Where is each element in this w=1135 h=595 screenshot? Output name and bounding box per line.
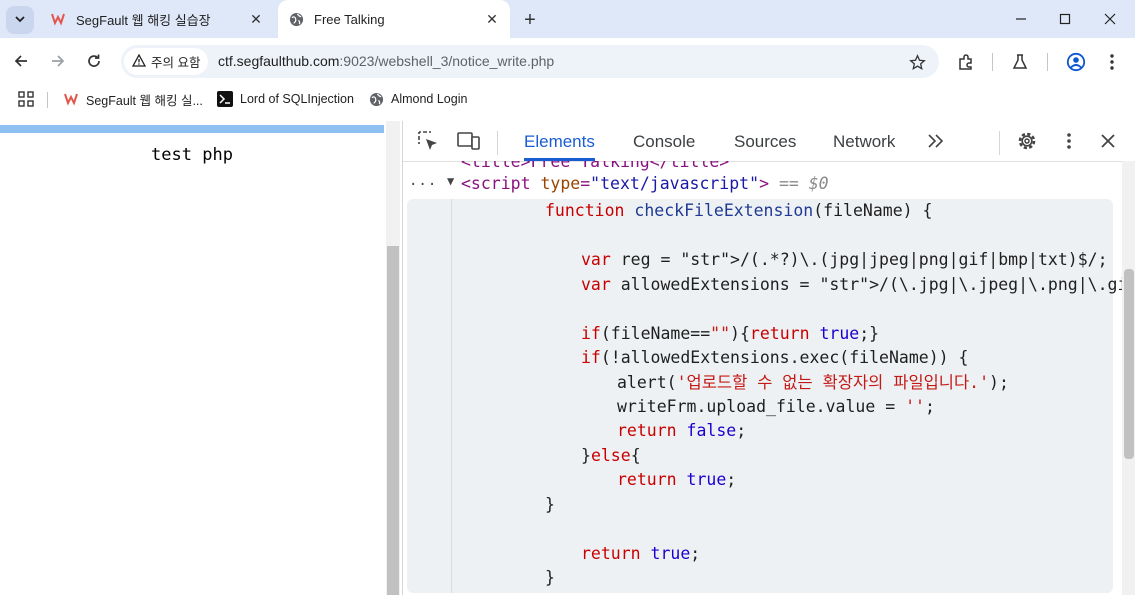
tab-sources[interactable]: Sources	[734, 121, 796, 161]
tab-elements[interactable]: Elements	[524, 121, 595, 161]
url-text[interactable]: ctf.segfaulthub.com:9023/webshell_3/noti…	[218, 45, 554, 78]
devtools-scrollbar[interactable]	[1122, 161, 1135, 595]
page-scrollbar-thumb[interactable]	[387, 246, 399, 595]
toolbar-divider	[992, 53, 993, 71]
code-line: return true;	[581, 544, 701, 563]
tab-strip: SegFault 웹 해킹 실습장 ✕ Free Talking ✕ +	[0, 0, 1135, 38]
selected-node-marker: == $0	[778, 174, 829, 193]
segfault-logo-icon	[63, 91, 79, 107]
bookmark-item-segfault[interactable]: SegFault 웹 해킹 실...	[63, 90, 203, 108]
tab-title: Free Talking	[314, 11, 385, 27]
code-line: }	[545, 568, 555, 587]
script-source-block[interactable]: function checkFileExtension(fileName) { v…	[407, 199, 1135, 593]
browser-menu-icon[interactable]	[1100, 50, 1124, 74]
inspect-element-icon[interactable]	[415, 129, 441, 153]
code-line: if(fileName==""){return true;}	[581, 324, 880, 343]
bookmark-label: SegFault 웹 해킹 실...	[86, 93, 203, 108]
security-chip[interactable]: 주의 요함	[124, 48, 208, 75]
apps-grid-icon[interactable]	[18, 90, 34, 108]
code-line: if(!allowedExtensions.exec(fileName)) {	[581, 348, 969, 367]
url-host: ctf.segfaulthub.com	[218, 53, 340, 69]
profile-avatar-icon[interactable]	[1064, 50, 1088, 74]
tab-free-talking[interactable]: Free Talking ✕	[278, 0, 510, 38]
warning-icon	[131, 53, 147, 70]
page-body-text: test php	[151, 145, 233, 165]
toolbar-divider	[497, 131, 498, 155]
page-scrollbar[interactable]	[386, 121, 400, 595]
device-toolbar-icon[interactable]	[456, 129, 482, 153]
code-line: function checkFileExtension(fileName) {	[545, 201, 933, 220]
reload-button[interactable]	[81, 48, 107, 74]
minimize-button[interactable]	[998, 0, 1044, 38]
devtools-panel: Elements Console Sources Network <title>…	[402, 121, 1135, 595]
window-close-button[interactable]	[1087, 0, 1133, 38]
expand-triangle-icon[interactable]: ▼	[447, 174, 454, 188]
script-attr-name: type	[540, 174, 581, 193]
close-icon[interactable]: ✕	[482, 9, 502, 29]
bookmark-label: Lord of SQLInjection	[240, 92, 354, 106]
globe-icon	[288, 11, 304, 27]
url-path: :9023/webshell_3/notice_write.php	[339, 53, 555, 69]
chevron-down-icon	[14, 13, 26, 28]
bookmark-star-icon[interactable]	[907, 52, 927, 72]
bookmark-item-almond[interactable]: Almond Login	[368, 90, 467, 108]
close-icon[interactable]: ✕	[246, 9, 266, 29]
code-line: var reg = "str">/(.*?)\.(jpg|jpeg|png|gi…	[581, 250, 1108, 269]
page-header-bar	[0, 125, 384, 133]
code-line: var allowedExtensions = "str">/(\.jpg|\.…	[581, 275, 1135, 294]
settings-gear-icon[interactable]	[1014, 129, 1040, 153]
globe-icon	[368, 91, 384, 107]
toolbar-divider	[999, 131, 1000, 155]
address-bar[interactable]: 주의 요함 ctf.segfaulthub.com:9023/webshell_…	[121, 45, 939, 78]
segfault-logo-icon	[50, 11, 66, 27]
tab-console[interactable]: Console	[633, 121, 695, 161]
devtools-menu-icon[interactable]	[1056, 129, 1082, 153]
dom-script-node[interactable]: <script type="text/javascript"> == $0	[461, 174, 829, 193]
bookmark-label: Almond Login	[391, 92, 468, 106]
code-line: alert('업로드할 수 없는 확장자의 파일입니다.');	[617, 373, 1009, 392]
devtools-scrollbar-thumb[interactable]	[1124, 269, 1134, 459]
back-button[interactable]	[8, 48, 34, 74]
code-line: return true;	[617, 470, 737, 489]
forward-button[interactable]	[45, 48, 71, 74]
new-tab-button[interactable]: +	[518, 8, 542, 32]
code-line: return false;	[617, 421, 747, 440]
bookmarks-divider	[47, 92, 48, 108]
maximize-button[interactable]	[1042, 0, 1088, 38]
web-page-viewport: test php	[0, 121, 386, 595]
bookmark-item-los[interactable]: Lord of SQLInjection	[217, 90, 354, 108]
code-line: }	[545, 495, 555, 514]
indent-guide	[451, 199, 452, 593]
close-devtools-icon[interactable]	[1095, 129, 1121, 153]
more-tabs-icon[interactable]	[923, 129, 949, 153]
tab-segfault[interactable]: SegFault 웹 해킹 실습장 ✕	[40, 0, 274, 38]
script-tag-open: <script	[461, 174, 531, 193]
terminal-icon	[217, 91, 233, 107]
code-line: }else{	[581, 446, 641, 465]
tab-search-button[interactable]	[6, 6, 34, 34]
code-line: writeFrm.upload_file.value = '';	[617, 397, 935, 416]
security-chip-label: 주의 요함	[151, 56, 201, 70]
script-attr-value: "text/javascript"	[590, 174, 760, 193]
tab-network[interactable]: Network	[833, 121, 895, 161]
devtools-toolbar: Elements Console Sources Network	[403, 121, 1135, 162]
elements-dom-tree: <title>Free Talking</title> ... ▼ <scrip…	[403, 161, 1135, 595]
node-actions-ellipsis[interactable]: ...	[409, 173, 437, 189]
toolbar-divider	[1047, 53, 1048, 71]
bookmarks-bar: SegFault 웹 해킹 실... Lord of SQLInjection …	[0, 84, 1135, 114]
tab-title: SegFault 웹 해킹 실습장	[76, 12, 211, 28]
dom-title-node[interactable]: <title>Free Talking</title>	[461, 161, 729, 171]
lab-flask-icon[interactable]	[1008, 50, 1032, 74]
script-tag-close: >	[759, 174, 769, 193]
extensions-icon[interactable]	[954, 50, 978, 74]
